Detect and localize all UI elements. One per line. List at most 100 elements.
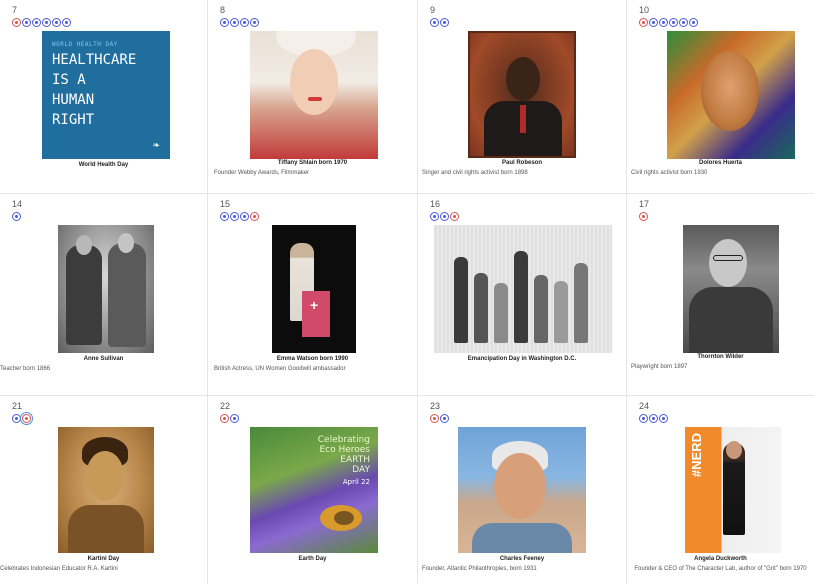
blue-event-dot-icon[interactable] — [240, 18, 249, 27]
blue-event-dot-icon[interactable] — [659, 18, 668, 27]
red-event-dot-icon[interactable] — [639, 212, 648, 221]
day-cell-7[interactable]: 7 WORLD HEALTH DAY HEALTHCARE IS A HUMAN… — [0, 0, 208, 194]
blue-event-dot-icon[interactable] — [230, 414, 239, 423]
kartini-portrait[interactable] — [58, 427, 154, 553]
event-dots — [12, 212, 21, 221]
event-dots — [220, 212, 259, 221]
day-number: 14 — [12, 199, 23, 209]
blue-event-dot-icon[interactable] — [230, 212, 239, 221]
day-cell-14[interactable]: 14 Anne Sullivan Teacher born 1866 — [0, 194, 208, 396]
event-caption: Earth Day — [298, 556, 327, 562]
event-dots — [220, 414, 239, 423]
world-health-day-poster[interactable]: WORLD HEALTH DAY HEALTHCARE IS A HUMAN R… — [42, 31, 170, 159]
day-number: 24 — [639, 401, 650, 411]
event-caption: Tiffany Shlain born 1970 — [277, 160, 348, 166]
blue-event-dot-icon[interactable] — [220, 212, 229, 221]
blue-event-dot-icon[interactable] — [52, 18, 61, 27]
event-caption: Anne Sullivan — [83, 356, 124, 362]
poster-line-2: IS A — [52, 72, 86, 88]
blue-event-dot-icon[interactable] — [639, 414, 648, 423]
blue-event-dot-icon[interactable] — [689, 18, 698, 27]
blue-event-dot-icon[interactable] — [649, 414, 658, 423]
blue-event-dot-icon[interactable] — [62, 18, 71, 27]
day-cell-10[interactable]: 10 Dolores Huerta Civil rights activist … — [627, 0, 814, 194]
day-cell-16[interactable]: 16 Emancipation Day in Washington D.C. — [418, 194, 627, 396]
event-dots — [220, 18, 259, 27]
poster-subtitle: WORLD HEALTH DAY — [52, 41, 118, 48]
event-description: Singer and civil rights activist born 18… — [422, 170, 528, 176]
day-number: 10 — [639, 5, 650, 15]
event-dots — [12, 18, 71, 27]
thornton-wilder-photo[interactable] — [683, 225, 779, 353]
day-cell-24[interactable]: 24 #NERD Angela Duckworth Founder & CEO … — [627, 396, 814, 584]
poster-line-4: RIGHT — [52, 112, 95, 128]
day-cell-17[interactable]: 17 Thornton Wilder Playwright born 1897 — [627, 194, 814, 396]
blue-event-dot-icon[interactable] — [22, 18, 31, 27]
earth-day-text: Celebrating Eco Heroes EARTH DAY April 2… — [317, 435, 370, 486]
event-description: Teacher born 1866 — [0, 366, 51, 372]
day-cell-22[interactable]: 22 Celebrating Eco Heroes EARTH DAY Apri… — [208, 396, 418, 584]
blue-event-dot-icon[interactable] — [32, 18, 41, 27]
blue-event-dot-icon[interactable] — [430, 212, 439, 221]
day-number: 7 — [12, 5, 18, 15]
blue-event-dot-icon[interactable] — [230, 18, 239, 27]
blue-event-dot-icon[interactable] — [669, 18, 678, 27]
blue-event-dot-icon[interactable] — [220, 18, 229, 27]
day-number: 8 — [220, 5, 226, 15]
blue-event-dot-icon[interactable] — [649, 18, 658, 27]
event-dots — [639, 212, 648, 221]
event-caption: Paul Robeson — [501, 160, 542, 166]
blue-event-dot-icon[interactable] — [440, 18, 449, 27]
blue-event-dot-icon[interactable] — [12, 212, 21, 221]
red-event-dot-icon[interactable] — [430, 414, 439, 423]
day-cell-15[interactable]: 15 Emma Watson born 1990 British Actress… — [208, 194, 418, 396]
day-number: 15 — [220, 199, 231, 209]
earth-day-poster[interactable]: Celebrating Eco Heroes EARTH DAY April 2… — [250, 427, 378, 553]
day-number: 17 — [639, 199, 650, 209]
anne-sullivan-photo[interactable] — [58, 225, 154, 353]
blue-event-dot-icon[interactable] — [679, 18, 688, 27]
blue-event-dot-icon[interactable] — [430, 18, 439, 27]
event-caption: Thornton Wilder — [697, 354, 744, 360]
blue-event-dot-icon[interactable] — [12, 414, 21, 423]
blue-event-dot-icon[interactable] — [250, 18, 259, 27]
day-cell-23[interactable]: 23 Charles Feeney Founder, Atlantic Phil… — [418, 396, 627, 584]
charles-feeney-photo[interactable] — [458, 427, 586, 553]
day-cell-21[interactable]: 21 Kartini Day Celebrates Indonesian Edu… — [0, 396, 208, 584]
poster-line-1: HEALTHCARE — [52, 52, 137, 68]
event-dots — [430, 18, 449, 27]
event-caption: Emma Watson born 1990 — [276, 356, 349, 362]
event-description: Civil rights activist born 1930 — [631, 170, 708, 176]
red-event-dot-icon[interactable] — [639, 18, 648, 27]
angela-duckworth-photo[interactable]: #NERD — [685, 427, 781, 553]
event-caption: Charles Feeney — [499, 556, 545, 562]
event-description: British Actress, UN Women Goodwill ambas… — [214, 366, 346, 372]
event-caption: Kartini Day — [87, 556, 120, 562]
blue-event-dot-icon[interactable] — [240, 212, 249, 221]
event-caption: Dolores Huerta — [698, 160, 742, 166]
event-dots — [12, 412, 33, 425]
blue-event-dot-icon[interactable] — [440, 212, 449, 221]
red-event-dot-icon[interactable] — [12, 18, 21, 27]
event-description: Playwright born 1897 — [631, 364, 688, 370]
day-cell-8[interactable]: 8 Tiffany Shlain born 1970 Founder Webby… — [208, 0, 418, 194]
blue-event-dot-icon[interactable] — [440, 414, 449, 423]
blue-event-dot-icon[interactable] — [659, 414, 668, 423]
emancipation-day-engraving[interactable] — [434, 225, 612, 353]
event-caption: Emancipation Day in Washington D.C. — [467, 356, 577, 362]
red-event-dot-icon[interactable] — [450, 212, 459, 221]
emma-watson-photo[interactable] — [272, 225, 356, 353]
red-event-dot-icon[interactable] — [20, 412, 33, 425]
dolores-huerta-painting[interactable] — [667, 31, 795, 159]
calendar-grid: 7 WORLD HEALTH DAY HEALTHCARE IS A HUMAN… — [0, 0, 814, 584]
event-caption: Angela Duckworth — [694, 556, 747, 562]
day-number: 9 — [430, 5, 436, 15]
tiffany-shlain-photo[interactable] — [250, 31, 378, 159]
paul-robeson-painting[interactable] — [468, 31, 576, 158]
day-cell-9[interactable]: 9 Paul Robeson Singer and civil rights a… — [418, 0, 627, 194]
red-event-dot-icon[interactable] — [250, 212, 259, 221]
red-event-dot-icon[interactable] — [220, 414, 229, 423]
blue-event-dot-icon[interactable] — [42, 18, 51, 27]
event-dots — [430, 212, 459, 221]
event-dots — [430, 414, 449, 423]
